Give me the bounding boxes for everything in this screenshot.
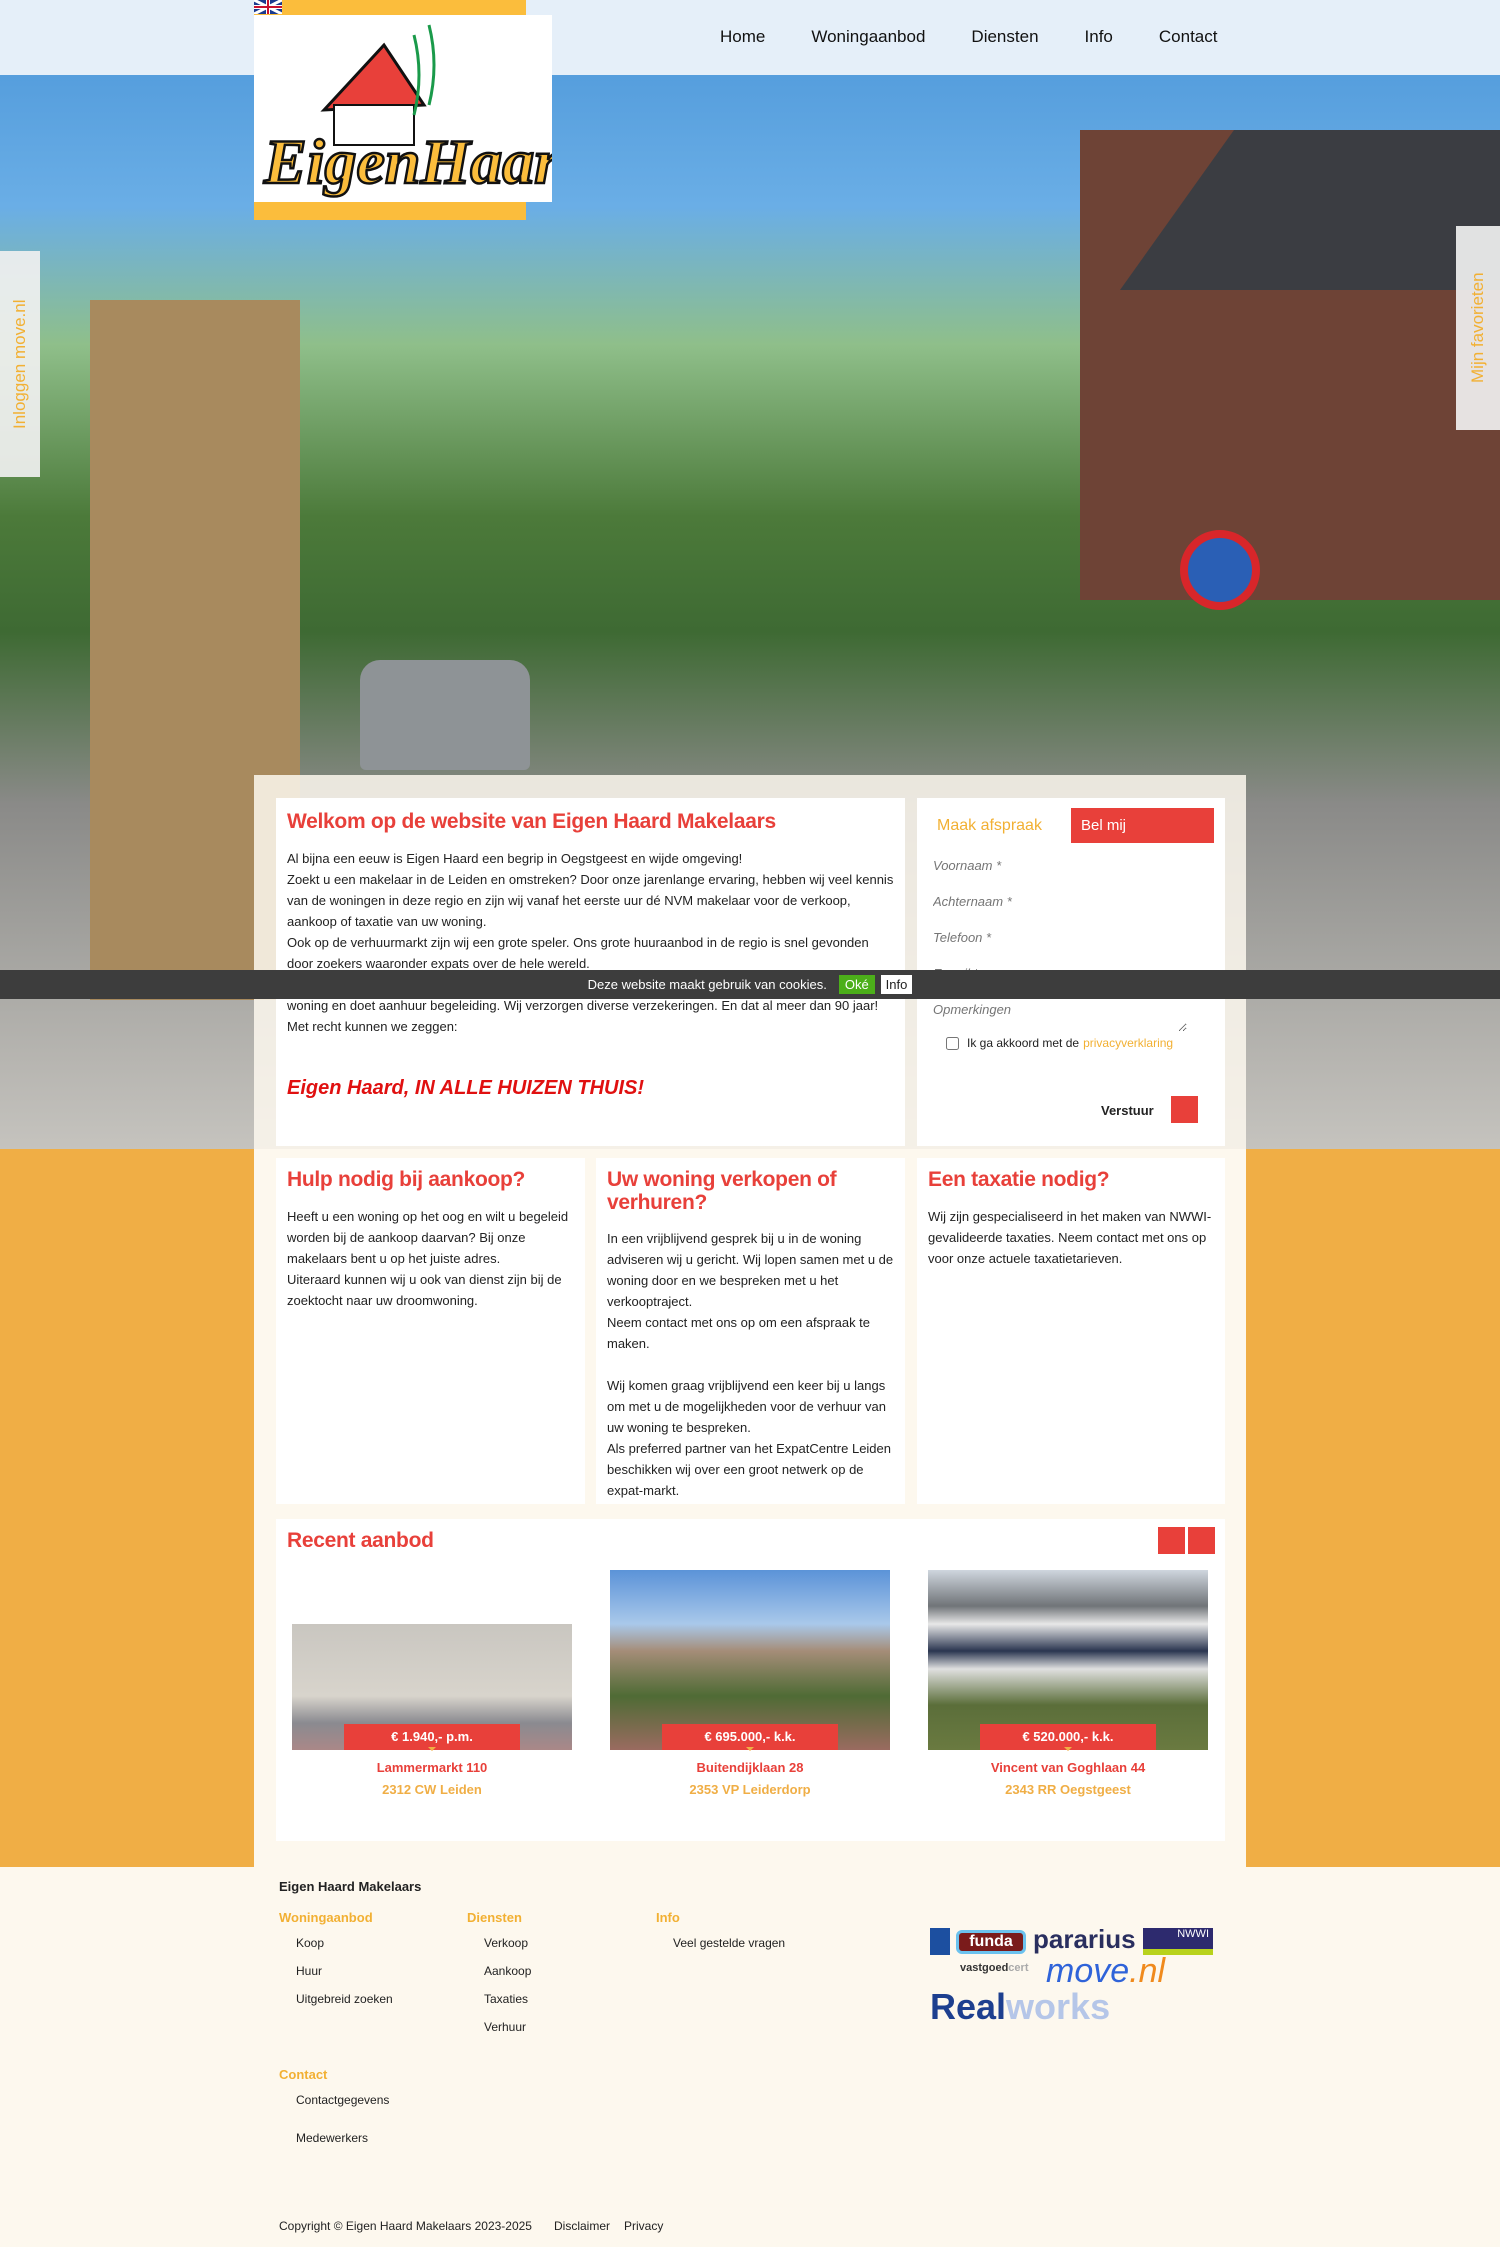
footer-company: Eigen Haard Makelaars xyxy=(279,1879,422,1894)
listing-city: 2343 RR Oegstgeest xyxy=(1005,1782,1131,1797)
listing-photo[interactable] xyxy=(292,1570,572,1750)
car xyxy=(360,660,530,770)
footer-link-huur[interactable]: Huur xyxy=(296,1957,459,1985)
footer-bottom: Copyright © Eigen Haard Makelaars 2023-2… xyxy=(279,2219,663,2233)
listing-photo[interactable] xyxy=(610,1570,890,1750)
favorites-label: Mijn favorieten xyxy=(1468,272,1487,384)
favorites-tab[interactable]: Mijn favorieten xyxy=(1456,226,1500,430)
listing-card[interactable]: € 520.000,- k.k. Vincent van Goghlaan 44… xyxy=(928,1570,1208,1797)
cookie-ok-button[interactable]: Oké xyxy=(838,975,875,994)
column-paragraph: Wij komen graag vrijblijvend een keer bi… xyxy=(607,1378,886,1435)
footer-link-verhuur[interactable]: Verhuur xyxy=(484,2013,647,2041)
lastname-field[interactable] xyxy=(917,884,1187,920)
consent-checkbox[interactable] xyxy=(946,1036,959,1050)
footer-group-contact: Contact Contactgegevens Medewerkers xyxy=(279,2067,479,2152)
nav-woningaanbod[interactable]: Woningaanbod xyxy=(811,27,925,47)
welcome-paragraph: Zoekt u een makelaar in de Leiden en oms… xyxy=(287,872,894,929)
copyright: Copyright © Eigen Haard Makelaars 2023-2… xyxy=(279,2219,532,2233)
column-title: Hulp nodig bij aankoop? xyxy=(287,1168,526,1191)
tab-bel-mij[interactable]: Bel mij xyxy=(1071,808,1214,843)
listing-photo[interactable] xyxy=(928,1570,1208,1750)
column-taxatie: Een taxatie nodig? Wij zijn gespecialise… xyxy=(917,1158,1225,1504)
nav-home[interactable]: Home xyxy=(720,27,765,47)
consent-label: Ik ga akkoord met de xyxy=(967,1036,1080,1050)
footer-link-koop[interactable]: Koop xyxy=(296,1929,459,1957)
footer-link-medewerkers[interactable]: Medewerkers xyxy=(296,2124,479,2152)
nvm-logo xyxy=(930,1928,950,1955)
vastgoedcert-logo: vastgoedcert xyxy=(960,1962,1029,1974)
listing-card[interactable]: € 1.940,- p.m. Lammermarkt 110 2312 CW L… xyxy=(292,1570,572,1797)
footer-link-contactgegevens[interactable]: Contactgegevens xyxy=(296,2086,479,2114)
pararius-logo: pararius xyxy=(1033,1924,1136,1954)
column-paragraph: Neem contact met ons op om een afspraak … xyxy=(607,1315,871,1351)
next-button[interactable] xyxy=(1188,1527,1215,1554)
footer-link-faq[interactable]: Veel gestelde vragen xyxy=(673,1929,856,1957)
listing-city: 2353 VP Leiderdorp xyxy=(689,1782,811,1797)
column-paragraph: Uiteraard kunnen wij u ook van dienst zi… xyxy=(287,1272,562,1308)
logo[interactable]: EigenHaard xyxy=(254,15,552,202)
prev-button[interactable] xyxy=(1158,1527,1185,1554)
column-title: Een taxatie nodig? xyxy=(928,1168,1110,1191)
footer-link-aankoop[interactable]: Aankoop xyxy=(484,1957,647,1985)
welcome-paragraph: Ook op de verhuurmarkt zijn wij een grot… xyxy=(287,935,869,971)
svg-text:EigenHaard: EigenHaard xyxy=(263,126,552,197)
disclaimer-link[interactable]: Disclaimer xyxy=(554,2219,610,2233)
footer-group-woningaanbod: Woningaanbod Koop Huur Uitgebreid zoeken xyxy=(279,1910,459,2013)
privacy-link-footer[interactable]: Privacy xyxy=(624,2219,663,2233)
slogan: Eigen Haard, IN ALLE HUIZEN THUIS! xyxy=(287,1077,645,1099)
listing-address[interactable]: Vincent van Goghlaan 44 xyxy=(928,1760,1208,1775)
footer-link-uitgebreid-zoeken[interactable]: Uitgebreid zoeken xyxy=(296,1985,459,2013)
privacy-link[interactable]: privacyverklaring xyxy=(1083,1036,1173,1050)
footer-link-taxaties[interactable]: Taxaties xyxy=(484,1985,647,2013)
recent-title: Recent aanbod xyxy=(287,1529,434,1552)
main-nav: Home Woningaanbod Diensten Info Contact xyxy=(720,27,1217,47)
tab-maak-afspraak[interactable]: Maak afspraak xyxy=(937,817,1042,835)
footer-heading: Woningaanbod xyxy=(279,1910,373,1925)
footer-group-info: Info Veel gestelde vragen xyxy=(656,1910,856,1957)
funda-logo: funda xyxy=(956,1930,1026,1954)
footer-link-verkoop[interactable]: Verkoop xyxy=(484,1929,647,1957)
consent-row: Ik ga akkoord met de privacyverklaring xyxy=(946,1036,1173,1050)
phone-field[interactable] xyxy=(917,920,1187,956)
listing-card[interactable]: € 695.000,- k.k. Buitendijklaan 28 2353 … xyxy=(610,1570,890,1797)
firstname-field[interactable] xyxy=(917,848,1187,884)
login-move-tab[interactable]: Inloggen move.nl xyxy=(0,251,40,477)
column-paragraph: Heeft u een woning op het oog en wilt u … xyxy=(287,1209,569,1266)
submit-button[interactable] xyxy=(1171,1096,1198,1123)
listing-address[interactable]: Lammermarkt 110 xyxy=(292,1760,572,1775)
column-aankoop: Hulp nodig bij aankoop? Heeft u een woni… xyxy=(276,1158,585,1504)
nwwi-logo: NWWI xyxy=(1143,1928,1213,1955)
footer-heading: Diensten xyxy=(467,1910,522,1925)
nav-diensten[interactable]: Diensten xyxy=(971,27,1038,47)
column-paragraph: In een vrijblijvend gesprek bij u in de … xyxy=(607,1231,894,1309)
listing-price: € 1.940,- p.m. xyxy=(344,1724,520,1751)
cookie-info-button[interactable]: Info xyxy=(880,975,913,994)
column-verkopen: Uw woning verkopen of verhuren? In een v… xyxy=(596,1158,905,1504)
listing-price: € 520.000,- k.k. xyxy=(980,1724,1156,1751)
column-title: Uw woning verkopen of verhuren? xyxy=(607,1168,837,1214)
recent-offers: Recent aanbod € 1.940,- p.m. Lammermarkt… xyxy=(276,1519,1225,1841)
cookie-text: Deze website maakt gebruik van cookies. xyxy=(587,977,827,992)
listing-city: 2312 CW Leiden xyxy=(382,1782,482,1797)
nav-info[interactable]: Info xyxy=(1085,27,1113,47)
nav-contact[interactable]: Contact xyxy=(1159,27,1218,47)
footer-group-diensten: Diensten Verkoop Aankoop Taxaties Verhuur xyxy=(467,1910,647,2041)
column-paragraph: Als preferred partner van het ExpatCentr… xyxy=(607,1441,892,1498)
welcome-paragraph: Al bijna een eeuw is Eigen Haard een beg… xyxy=(287,851,743,866)
listing-price: € 695.000,- k.k. xyxy=(662,1724,838,1751)
welcome-title: Welkom op de website van Eigen Haard Mak… xyxy=(287,810,776,833)
submit-label[interactable]: Verstuur xyxy=(1101,1103,1154,1118)
login-move-label: Inloggen move.nl xyxy=(10,299,29,429)
footer-heading: Contact xyxy=(279,2067,328,2082)
column-paragraph: Wij zijn gespecialiseerd in het maken va… xyxy=(928,1209,1212,1266)
no-parking-sign xyxy=(1180,530,1260,610)
welcome-paragraph: Met recht kunnen we zeggen: xyxy=(287,1019,458,1034)
cookie-bar: Deze website maakt gebruik van cookies. … xyxy=(0,970,1500,999)
partner-logos: funda pararius NWWI vastgoedcert move.nl… xyxy=(930,1924,1215,2027)
listing-address[interactable]: Buitendijklaan 28 xyxy=(610,1760,890,1775)
footer-heading: Info xyxy=(656,1910,680,1925)
uk-flag-icon[interactable] xyxy=(253,0,283,16)
realworks-logo: Realworks xyxy=(930,1986,1111,2027)
